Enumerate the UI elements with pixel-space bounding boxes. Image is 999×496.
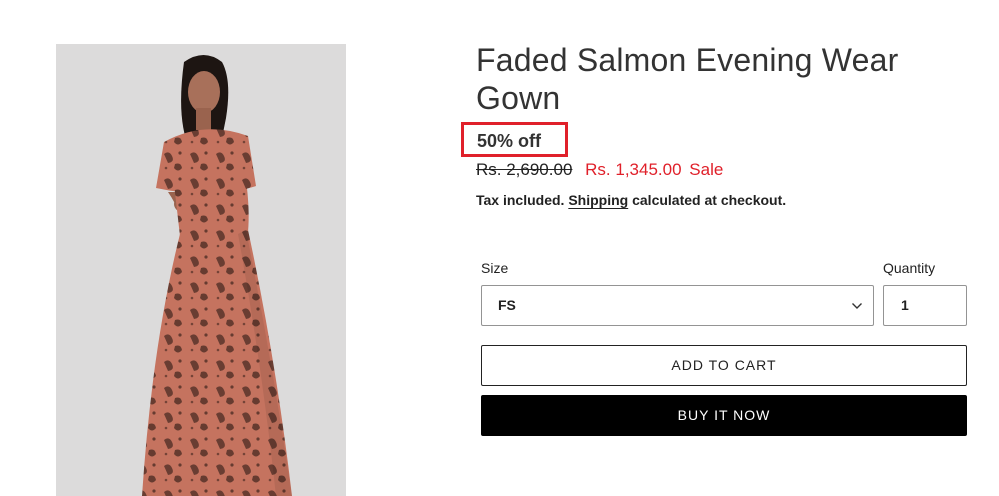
- size-label: Size: [481, 260, 509, 276]
- discount-badge: 50% off: [461, 122, 568, 157]
- tax-note-prefix: Tax included.: [476, 192, 565, 208]
- size-select[interactable]: FS: [481, 285, 874, 326]
- tax-note-suffix: calculated at checkout.: [632, 192, 787, 208]
- sale-label: Sale: [689, 160, 724, 179]
- product-image[interactable]: [56, 44, 346, 496]
- product-page: Faded Salmon Evening Wear Gown 50% off R…: [0, 0, 999, 496]
- quantity-input[interactable]: 1: [883, 285, 967, 326]
- gown-illustration: [142, 55, 292, 496]
- quantity-label: Quantity: [883, 260, 936, 276]
- price-row: Rs. 2,690.00 Rs. 1,345.00 Sale: [476, 160, 723, 180]
- chevron-down-icon: [852, 303, 862, 309]
- size-select-value: FS: [498, 297, 516, 313]
- product-title: Faded Salmon Evening Wear Gown: [476, 42, 899, 116]
- buy-it-now-button[interactable]: BUY IT NOW: [481, 395, 967, 436]
- shipping-link[interactable]: Shipping: [568, 192, 628, 208]
- quantity-value: 1: [901, 297, 909, 313]
- original-price: Rs. 2,690.00: [476, 160, 573, 179]
- add-to-cart-button[interactable]: ADD TO CART: [481, 345, 967, 386]
- tax-note: Tax included. Shipping calculated at che…: [476, 192, 786, 208]
- sale-price: Rs. 1,345.00: [585, 160, 682, 179]
